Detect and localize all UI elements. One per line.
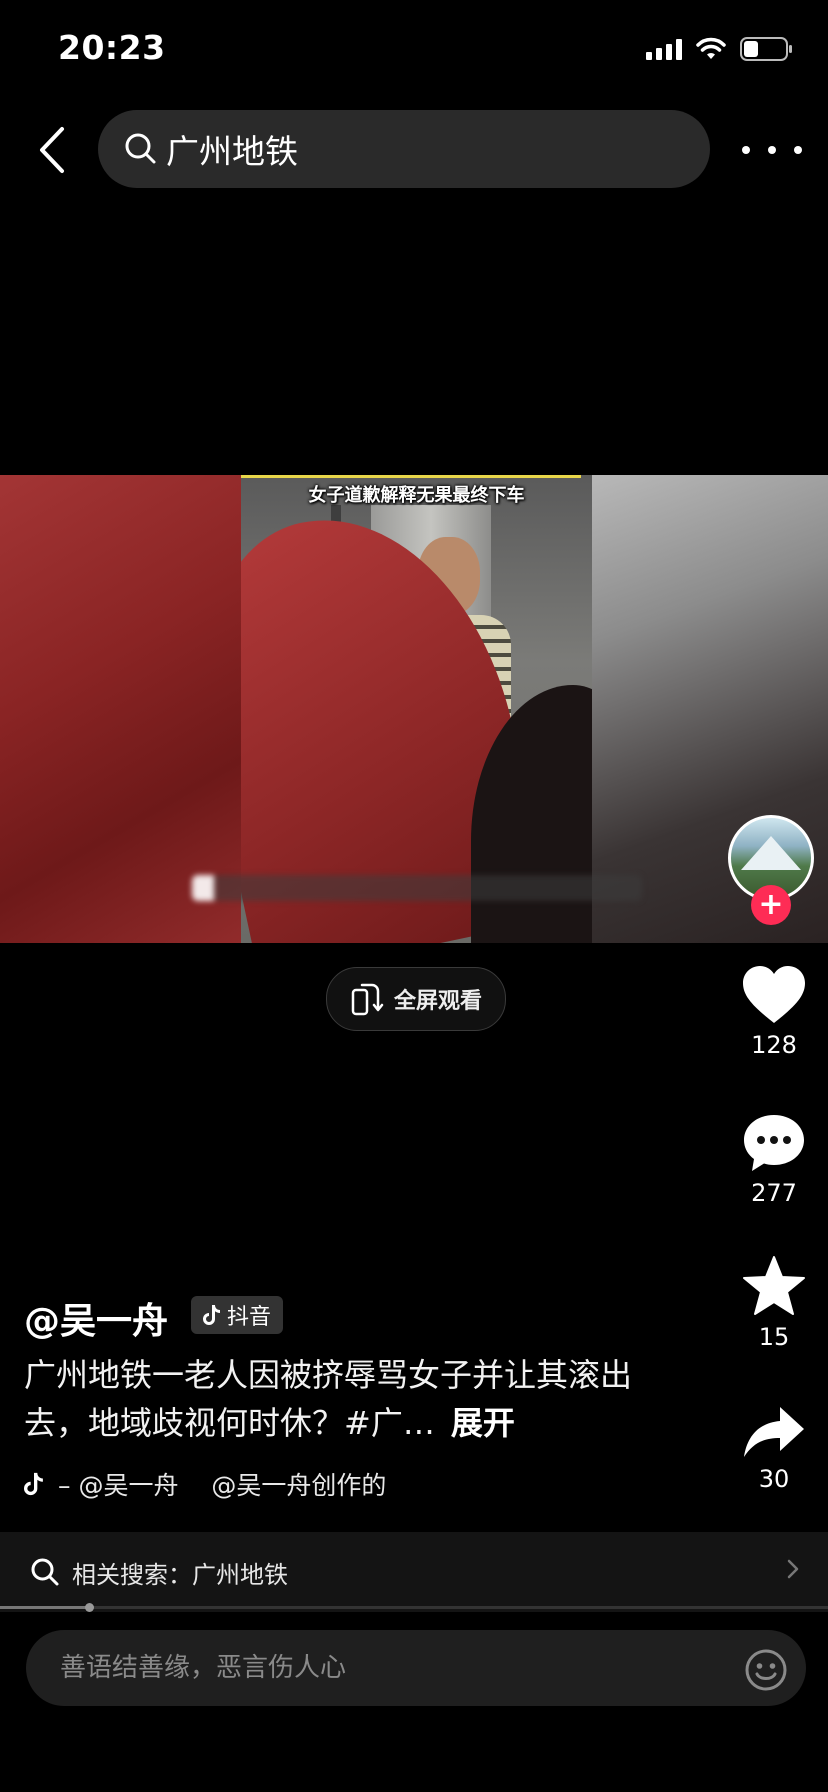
emoji-icon[interactable] (744, 1648, 788, 1692)
author-name[interactable]: @吴一舟 (24, 1292, 168, 1344)
search-bar[interactable]: 广州地铁 (98, 110, 710, 188)
status-icons (646, 36, 794, 62)
video-caption: 女子道歉解释无果最终下车 (308, 485, 525, 506)
follow-button[interactable]: + (751, 885, 791, 925)
comment-input[interactable] (58, 1652, 702, 1684)
comment-button[interactable]: 277 (729, 1113, 819, 1207)
author-avatar-group[interactable]: + (728, 815, 818, 925)
wifi-icon (696, 37, 726, 59)
video-progress-handle[interactable] (85, 1603, 94, 1612)
description-text: 广州地铁一老人因被挤辱骂女子并让其滚出去，地域歧视何时休？#广… (24, 1356, 633, 1442)
chevron-right-icon (787, 1559, 799, 1579)
cellular-signal-icon (646, 38, 682, 60)
search-icon (125, 133, 156, 164)
video-progress-track[interactable] (0, 1606, 828, 1609)
back-button[interactable] (30, 122, 74, 178)
blurred-subtitle (192, 875, 642, 901)
video-progress-fill (0, 1606, 89, 1609)
related-search-bar[interactable]: 相关搜索：广州地铁 (0, 1532, 828, 1612)
expand-link[interactable]: 展开 (451, 1404, 515, 1442)
comment-icon (744, 1115, 804, 1171)
music-info[interactable]: – @吴一舟 @吴一舟创作的 (24, 1466, 444, 1502)
related-search-text: 相关搜索：广州地铁 (72, 1560, 288, 1589)
search-query: 广州地铁 (166, 132, 298, 171)
share-button[interactable]: 30 (729, 1405, 819, 1493)
status-time: 20:23 (58, 28, 166, 67)
video-blurred-left (0, 475, 241, 943)
music-note-icon (24, 1472, 43, 1496)
share-count: 30 (758, 1465, 790, 1493)
battery-icon (740, 37, 792, 61)
star-icon (743, 1256, 805, 1315)
dot-icon (768, 146, 776, 154)
dot-icon (794, 146, 802, 154)
like-button[interactable]: 128 (729, 965, 819, 1059)
like-count: 128 (751, 1031, 797, 1059)
fullscreen-button[interactable]: 全屏观看 (326, 967, 506, 1031)
tiktok-logo-icon (203, 1305, 220, 1325)
comment-count: 277 (751, 1179, 797, 1207)
fullscreen-label: 全屏观看 (393, 989, 482, 1014)
music-text: – @吴一舟 @吴一舟创作的 (58, 1471, 387, 1500)
video-frame (241, 475, 592, 943)
post-description: 广州地铁一老人因被挤辱骂女子并让其滚出去，地域歧视何时休？#广… 展开 (24, 1351, 644, 1447)
platform-badge-label: 抖音 (227, 1305, 272, 1330)
rotate-screen-icon (351, 983, 384, 1016)
favorite-count: 15 (758, 1323, 790, 1351)
favorite-button[interactable]: 15 (729, 1255, 819, 1351)
video-player[interactable]: 女子道歉解释无果最终下车 (0, 475, 828, 943)
share-arrow-icon (744, 1407, 804, 1457)
dot-icon (742, 146, 750, 154)
video-caption-bar (241, 475, 581, 478)
more-options-button[interactable] (742, 128, 802, 172)
heart-icon (743, 966, 805, 1023)
chevron-left-icon (40, 127, 64, 173)
search-icon (31, 1558, 59, 1586)
platform-badge: 抖音 (191, 1296, 284, 1334)
comment-input-bar[interactable] (26, 1630, 806, 1706)
